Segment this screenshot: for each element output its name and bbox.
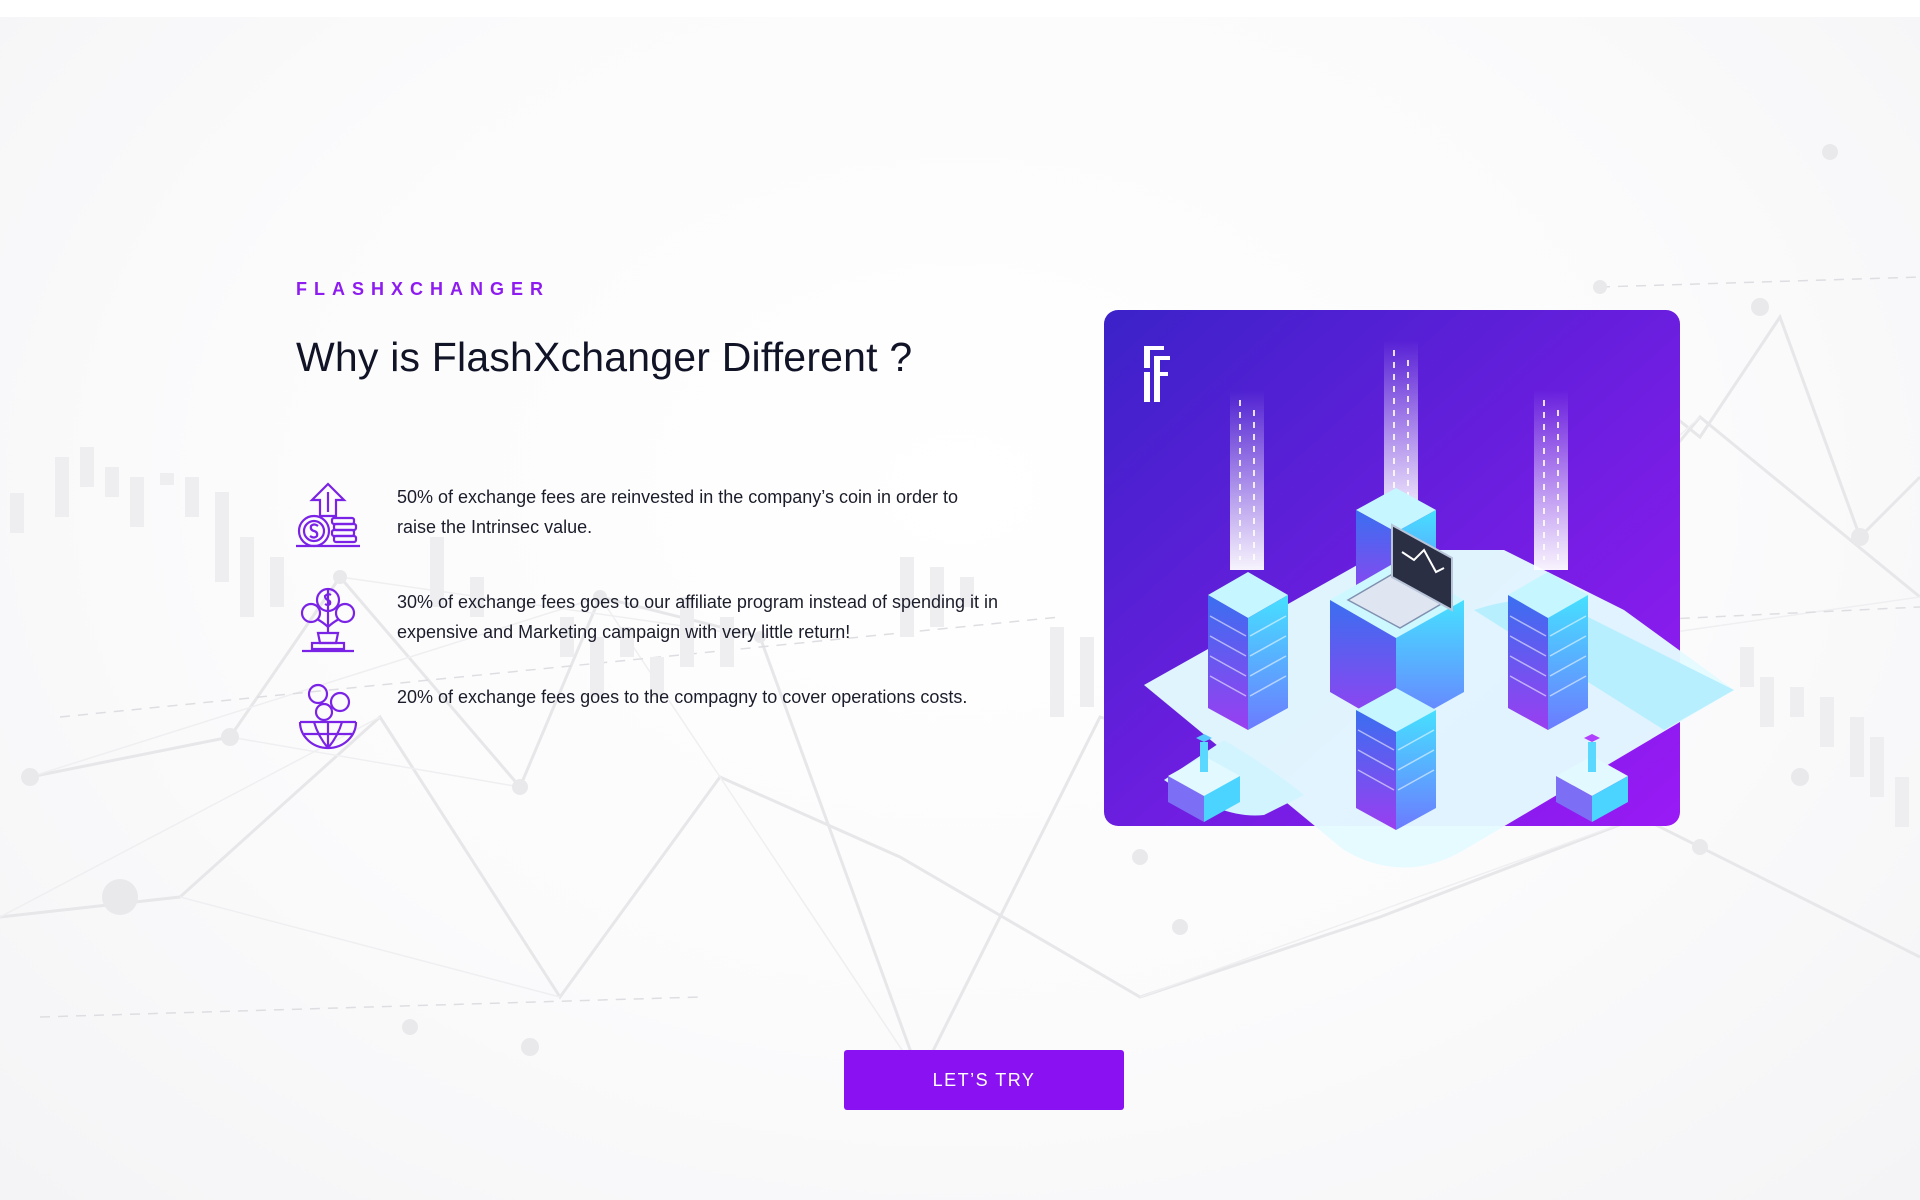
server-tower-left [1208,572,1288,730]
section-title: Why is FlashXchanger Different ? [296,334,913,380]
feature-item-reinvestment: 50% of exchange fees are reinvested in t… [294,482,1014,562]
server-tower-front [1356,688,1436,830]
server-tower-right [1508,572,1588,730]
feature-item-operations: 20% of exchange fees goes to the compagn… [294,682,1014,762]
feature-text: 20% of exchange fees goes to the compagn… [397,687,968,707]
feature-text: 30% of exchange fees goes to our affilia… [397,592,999,642]
lets-try-button[interactable]: LET’S TRY [844,1050,1124,1110]
money-growth-icon [294,482,362,550]
global-money-icon [294,682,362,750]
money-plant-icon [294,587,362,655]
isometric-server-illustration [1104,310,1734,868]
feature-text: 50% of exchange fees are reinvested in t… [397,487,959,537]
section-eyebrow: FLASHXCHANGER [296,279,551,299]
hero-illustration [1104,310,1754,900]
feature-item-affiliate: 30% of exchange fees goes to our affilia… [294,587,1014,667]
